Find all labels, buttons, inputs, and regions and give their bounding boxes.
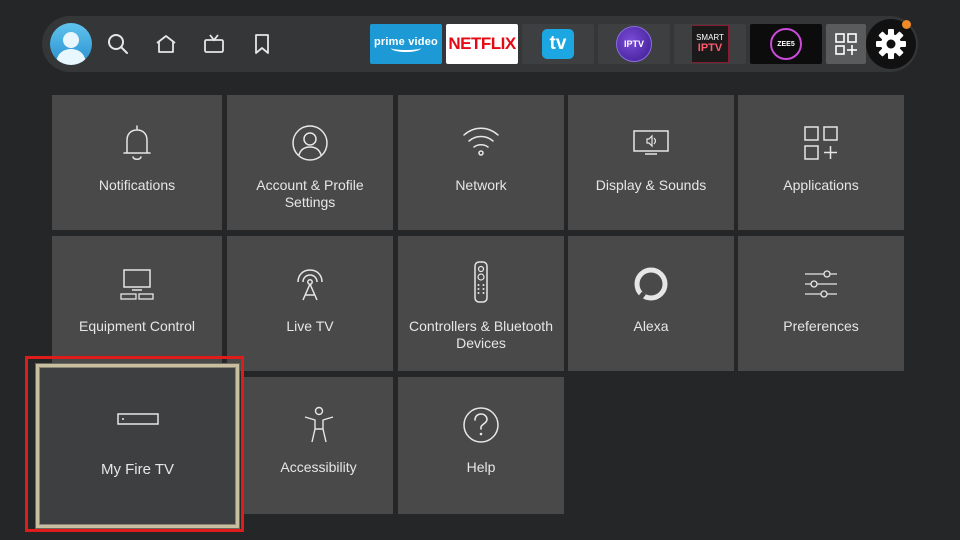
- tile-label: Controllers & Bluetooth Devices: [409, 318, 553, 351]
- tile-label: Live TV: [286, 318, 334, 334]
- tile-label: Network: [455, 177, 507, 193]
- fire-tv-device-icon: [116, 413, 159, 425]
- netflix-app[interactable]: NETFLIX: [446, 24, 518, 64]
- zee5-logo: ZEE5: [770, 28, 802, 60]
- tv-app[interactable]: tv: [522, 24, 594, 64]
- tile-label: Account & Profile Settings: [256, 177, 364, 210]
- settings-tile-my-fire-tv[interactable]: My Fire TV: [36, 364, 239, 528]
- iptv-app[interactable]: IPTV: [598, 24, 670, 64]
- watchlist-button[interactable]: [250, 32, 274, 56]
- alexa-icon: [634, 267, 668, 301]
- tile-label: Notifications: [98, 177, 176, 193]
- applications-icon: [804, 126, 838, 160]
- iptv-logo: IPTV: [616, 26, 652, 62]
- tile-label: Applications: [783, 177, 859, 193]
- smart-iptv-logo-top: SMART: [696, 32, 724, 42]
- live-tv-icon: [204, 34, 224, 53]
- smart-iptv-logo: SMART IPTV: [691, 25, 729, 63]
- top-navigation-bar: prime video NETFLIX tv IPTV SMART IPTV Z…: [42, 16, 918, 72]
- settings-tile-notifications[interactable]: Notifications: [52, 95, 222, 230]
- settings-tile-controllers-bluetooth[interactable]: Controllers & Bluetooth Devices: [398, 236, 564, 371]
- display-icon: [633, 130, 669, 155]
- gear-icon: [876, 29, 906, 59]
- remote-icon: [474, 261, 488, 303]
- search-button[interactable]: [106, 32, 130, 56]
- tile-label: Help: [466, 459, 496, 475]
- home-icon: [156, 35, 176, 53]
- smile-arrow-icon: [391, 44, 421, 52]
- all-apps-button[interactable]: [826, 24, 866, 64]
- settings-tile-alexa[interactable]: Alexa: [568, 236, 734, 371]
- antenna-icon: [297, 269, 323, 301]
- tile-label: Preferences: [783, 318, 859, 334]
- settings-tile-help[interactable]: Help: [398, 377, 564, 514]
- person-icon: [56, 32, 86, 65]
- settings-tile-account-profile[interactable]: Account & Profile Settings: [227, 95, 393, 230]
- home-button[interactable]: [154, 32, 178, 56]
- apps-grid-icon: [835, 33, 857, 55]
- bell-icon: [123, 125, 151, 160]
- smart-iptv-app[interactable]: SMART IPTV: [674, 24, 746, 64]
- tv-logo: tv: [542, 29, 574, 59]
- netflix-logo: NETFLIX: [448, 34, 516, 53]
- settings-tile-equipment-control[interactable]: Equipment Control: [52, 236, 222, 371]
- tile-label: Equipment Control: [79, 318, 195, 334]
- smart-iptv-logo-main: IPTV: [697, 42, 723, 55]
- prime-video-app[interactable]: prime video: [370, 24, 442, 64]
- wifi-icon: [463, 127, 499, 156]
- settings-tile-applications[interactable]: Applications: [738, 95, 904, 230]
- settings-tile-display-sounds[interactable]: Display & Sounds: [568, 95, 734, 230]
- settings-tile-preferences[interactable]: Preferences: [738, 236, 904, 371]
- person-icon: [292, 125, 328, 161]
- settings-tile-network[interactable]: Network: [398, 95, 564, 230]
- settings-tile-live-tv[interactable]: Live TV: [227, 236, 393, 371]
- bookmark-icon: [255, 34, 269, 54]
- notification-dot: [902, 20, 911, 29]
- accessibility-icon: [304, 406, 333, 443]
- tile-label: My Fire TV: [100, 461, 175, 478]
- search-icon: [108, 34, 128, 54]
- equipment-icon: [120, 269, 154, 300]
- tile-label: Display & Sounds: [595, 177, 707, 193]
- settings-tile-accessibility[interactable]: Accessibility: [244, 377, 393, 514]
- profile-avatar[interactable]: [50, 23, 92, 65]
- zee5-app[interactable]: ZEE5: [750, 24, 822, 64]
- live-tv-button[interactable]: [202, 32, 226, 56]
- help-icon: [463, 407, 499, 443]
- tile-label: Alexa: [633, 318, 669, 334]
- tile-label: Accessibility: [280, 459, 357, 475]
- sliders-icon: [805, 270, 837, 298]
